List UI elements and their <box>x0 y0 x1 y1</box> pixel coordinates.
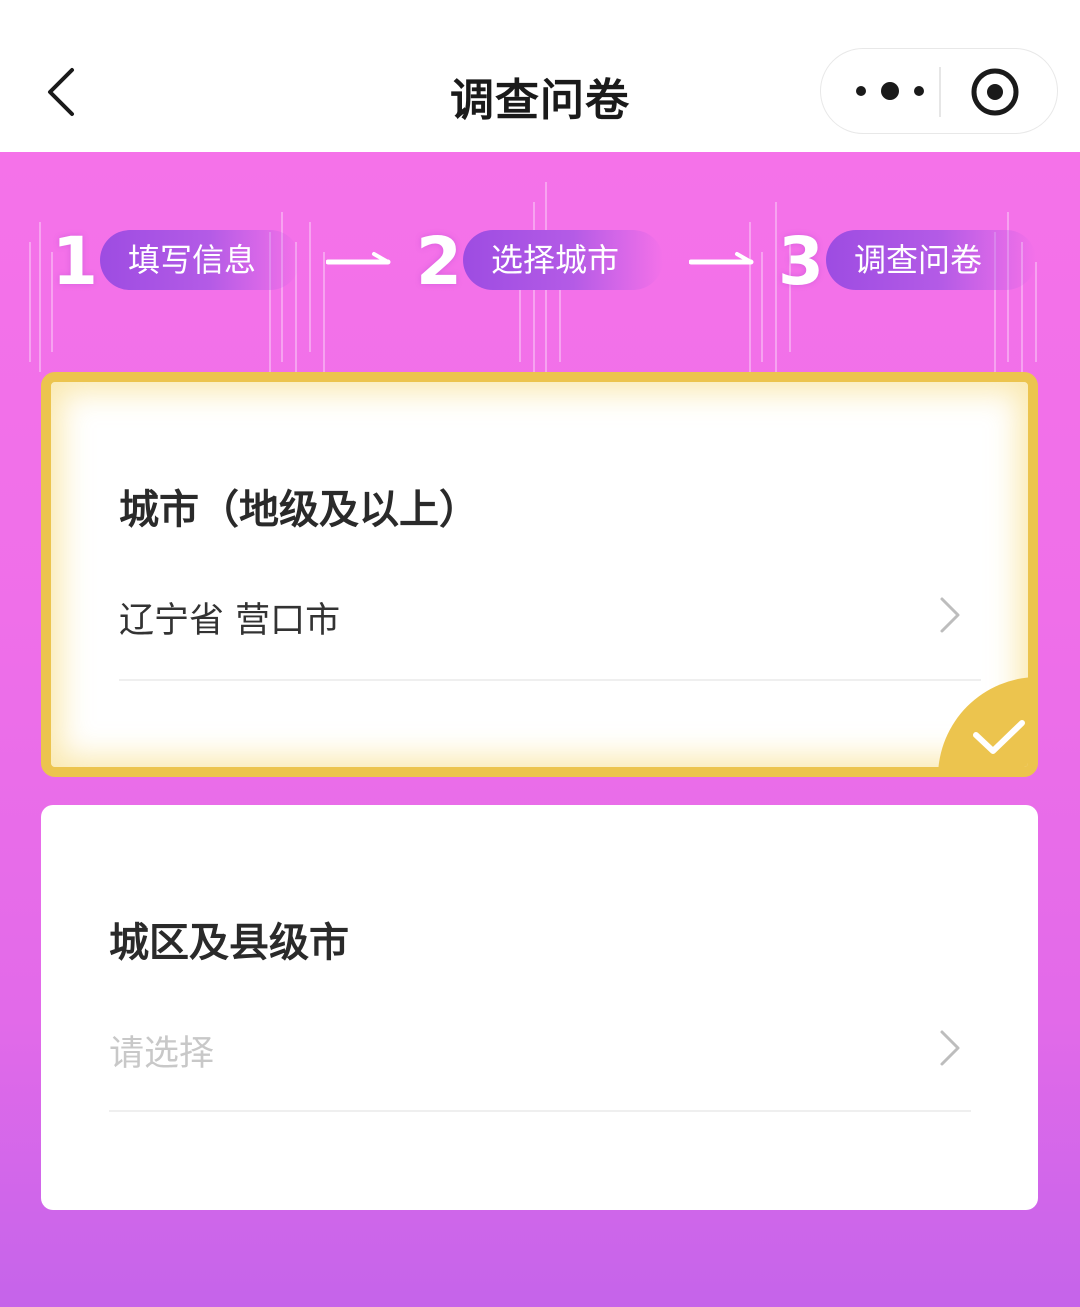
step-1-number: 1 <box>52 223 98 300</box>
chevron-right-icon[interactable] <box>937 595 963 635</box>
arrow-right-icon <box>689 252 754 265</box>
field-divider <box>119 679 981 681</box>
district-card-title: 城区及县级市 <box>109 920 349 966</box>
step-2-label: 选择城市 <box>463 230 663 290</box>
chevron-right-icon[interactable] <box>937 1028 963 1068</box>
capsule-divider <box>939 67 941 117</box>
district-select-card[interactable]: 城区及县级市 请选择 <box>41 805 1038 1210</box>
district-placeholder[interactable]: 请选择 <box>109 1025 214 1076</box>
more-dots-icon[interactable] <box>845 69 935 113</box>
main-area: 1 填写信息 2 选择城市 3 调查问卷 城市（地级及以上） 辽宁省 营口市 城… <box>0 152 1080 1307</box>
check-badge-icon <box>938 677 1028 767</box>
step-1-label: 填写信息 <box>100 230 300 290</box>
city-value[interactable]: 辽宁省 营口市 <box>119 592 340 643</box>
top-nav-bar: 调查问卷 <box>0 0 1080 152</box>
city-select-card[interactable]: 城市（地级及以上） 辽宁省 营口市 <box>41 372 1038 777</box>
step-2-number: 2 <box>416 223 462 300</box>
arrow-right-icon <box>326 252 391 265</box>
menu-capsule <box>820 48 1058 134</box>
step-3-label: 调查问卷 <box>826 230 1036 290</box>
step-3-number: 3 <box>778 223 824 300</box>
target-circle-icon[interactable] <box>969 66 1021 118</box>
progress-steps: 1 填写信息 2 选择城市 3 调查问卷 <box>0 222 1080 302</box>
field-divider <box>109 1110 971 1112</box>
city-card-title: 城市（地级及以上） <box>119 487 479 533</box>
